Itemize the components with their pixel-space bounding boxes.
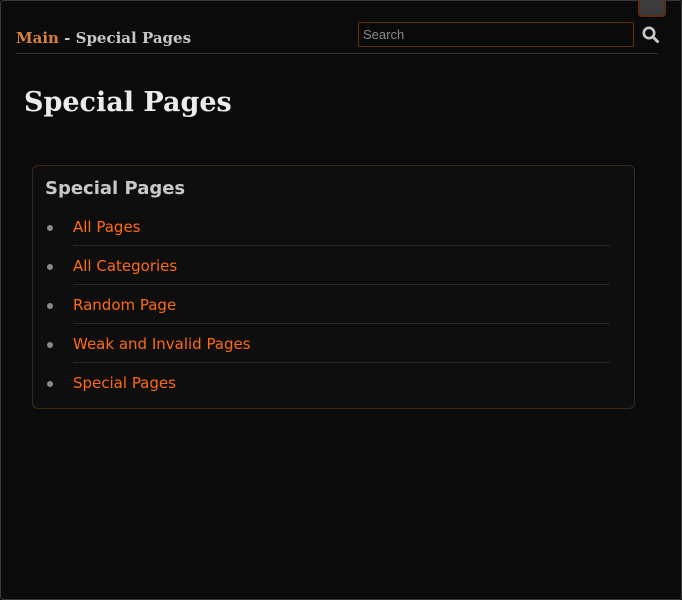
link-special-pages[interactable]: Special Pages <box>73 374 176 392</box>
list-item: Random Page <box>33 285 634 324</box>
breadcrumb-main-link[interactable]: Main <box>16 29 59 47</box>
list-item: Special Pages <box>33 363 634 402</box>
list-item: All Pages <box>33 207 634 246</box>
list-item: All Categories <box>33 246 634 285</box>
link-all-categories[interactable]: All Categories <box>73 257 177 275</box>
breadcrumb: Main - Special Pages <box>16 29 191 47</box>
bullet-icon <box>47 225 53 231</box>
list-item: Weak and Invalid Pages <box>33 324 634 363</box>
page-title: Special Pages <box>24 87 232 118</box>
breadcrumb-separator: - <box>58 29 76 47</box>
breadcrumb-current: Special Pages <box>75 29 192 47</box>
link-all-pages[interactable]: All Pages <box>73 218 141 236</box>
app-window: Main - Special Pages Special Pages Speci… <box>0 0 682 600</box>
search-button[interactable] <box>641 25 661 45</box>
magnifier-icon <box>642 26 659 43</box>
bullet-icon <box>47 381 53 387</box>
card-title: Special Pages <box>45 178 186 199</box>
search-input[interactable] <box>358 22 634 47</box>
link-random-page[interactable]: Random Page <box>73 296 176 314</box>
window-corner-tab[interactable] <box>638 0 666 17</box>
bullet-icon <box>47 303 53 309</box>
link-weak-invalid-pages[interactable]: Weak and Invalid Pages <box>73 335 251 353</box>
bullet-icon <box>47 264 53 270</box>
bullet-icon <box>47 342 53 348</box>
special-pages-list: All Pages All Categories Random Page Wea… <box>33 207 634 402</box>
special-pages-card: Special Pages All Pages All Categories R… <box>32 165 635 409</box>
top-bar: Main - Special Pages <box>16 17 661 54</box>
